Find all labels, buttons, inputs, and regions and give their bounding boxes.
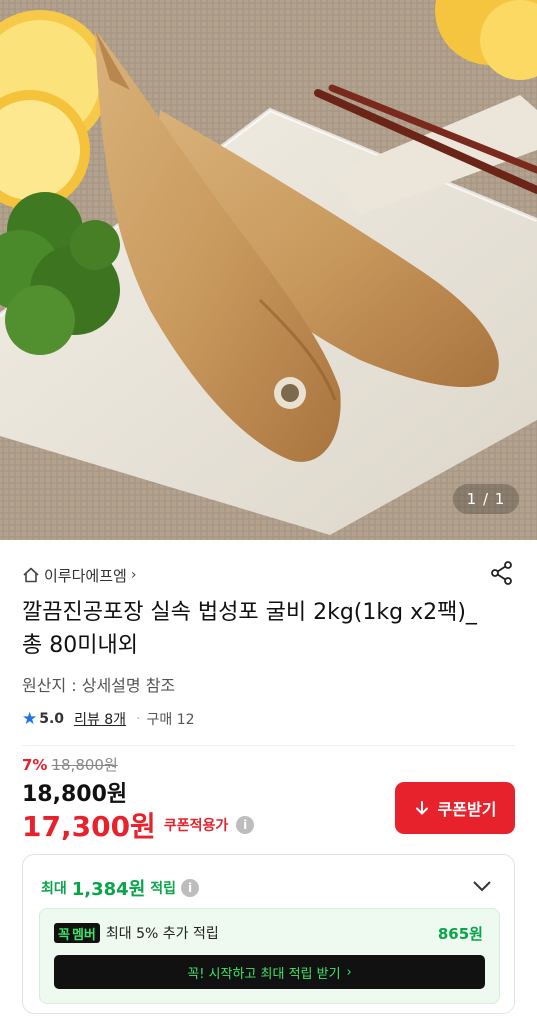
discount-rate: 7% xyxy=(22,756,48,774)
star-icon: ★ xyxy=(22,709,38,729)
product-info: 이루다에프엠 › 깔끔진공포장 실속 법성포 굴비 2kg(1kg x2팩)_총… xyxy=(0,540,537,1024)
sale-price: 18,800원 xyxy=(22,782,128,807)
product-origin: 원산지 : 상세설명 참조 xyxy=(22,676,176,695)
reward-summary[interactable]: 최대 1,384원 적립 i xyxy=(41,875,200,901)
product-title: 깔끔진공포장 실속 법성포 굴비 2kg(1kg x2팩)_총 80미내외 xyxy=(22,600,477,658)
product-image[interactable]: 1 / 1 xyxy=(0,0,537,540)
membership-start-button[interactable]: 꼭! 시작하고 최대 적립 받기 › xyxy=(54,955,485,989)
chevron-right-icon: › xyxy=(346,964,352,980)
share-icon[interactable] xyxy=(489,560,515,586)
membership-badge: 꼭 멤버 xyxy=(54,923,100,943)
store-name: 이루다에프엠 xyxy=(44,566,127,585)
get-coupon-button[interactable]: 쿠폰받기 xyxy=(395,782,515,834)
coupon-price-row: 17,300원 쿠폰적용가 i xyxy=(22,805,255,845)
purchase-count: 구매 12 xyxy=(146,712,195,728)
reward-prefix: 최대 xyxy=(41,881,67,897)
store-link[interactable]: 이루다에프엠 › xyxy=(22,564,136,586)
reward-panel: 최대 1,384원 적립 i 꼭 멤버 최대 5% 추가 적립 865원 꼭! 시… xyxy=(22,854,515,1014)
rating-summary: ★ 5.0 리뷰 8개 · 구매 12 xyxy=(22,709,195,729)
rating-score: 5.0 xyxy=(39,711,65,727)
info-icon[interactable]: i xyxy=(236,816,255,834)
reward-amount: 1,384원 xyxy=(71,879,146,900)
info-icon[interactable]: i xyxy=(181,879,200,897)
membership-amount: 865원 xyxy=(437,925,483,943)
coupon-price-label: 쿠폰적용가 xyxy=(163,818,229,834)
image-page-indicator: 1 / 1 xyxy=(453,484,519,514)
product-photo xyxy=(0,0,537,540)
chevron-down-icon[interactable] xyxy=(472,873,492,898)
download-icon xyxy=(415,801,428,815)
coupon-price: 17,300원 xyxy=(22,810,156,843)
divider xyxy=(22,745,515,746)
reward-suffix: 적립 xyxy=(150,881,177,897)
chevron-right-icon: › xyxy=(130,567,137,583)
discount-row: 7% 18,800원 xyxy=(22,754,118,775)
review-count-link[interactable]: 리뷰 8개 xyxy=(74,709,126,729)
original-price: 18,800원 xyxy=(51,756,118,774)
membership-row: 꼭 멤버 최대 5% 추가 적립 xyxy=(54,923,219,943)
membership-panel: 꼭 멤버 최대 5% 추가 적립 865원 꼭! 시작하고 최대 적립 받기 › xyxy=(39,908,500,1004)
get-coupon-label: 쿠폰받기 xyxy=(437,802,497,819)
separator-dot: · xyxy=(136,711,141,727)
home-icon xyxy=(23,567,39,583)
membership-cta-label: 꼭! 시작하고 최대 적립 받기 xyxy=(187,966,341,982)
membership-text: 최대 5% 추가 적립 xyxy=(105,926,219,942)
